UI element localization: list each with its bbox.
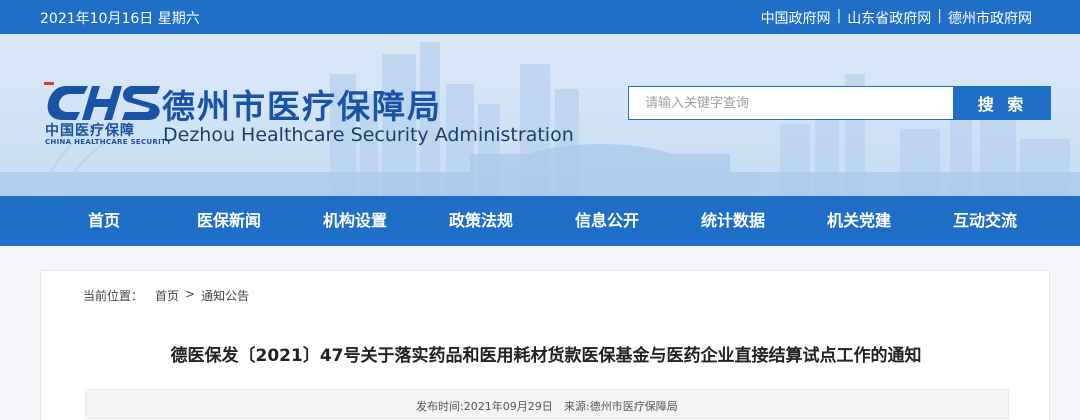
top-bar: 2021年10月16日 星期六 中国政府网 | 山东省政府网 | 德州市政府网 — [0, 0, 1080, 34]
publish-date: 发布时间:2021年09月29日 — [416, 400, 553, 413]
article-title: 德医保发〔2021〕47号关于落实药品和医用耗材货款医保基金与医药企业直接结算试… — [170, 346, 922, 366]
logo-english-text: CHINA HEALTHCARE SECURITY — [45, 138, 172, 146]
nav-item-statistics[interactable]: 统计数据 — [670, 196, 796, 246]
nav-item-home[interactable]: 首页 — [42, 196, 166, 246]
nav-item-interaction[interactable]: 互动交流 — [922, 196, 1048, 246]
nav-item-disclosure[interactable]: 信息公开 — [544, 196, 670, 246]
link-separator: | — [937, 8, 942, 24]
link-shandong-gov[interactable]: 山东省政府网 — [847, 8, 931, 28]
link-dezhou-gov[interactable]: 德州市政府网 — [948, 8, 1032, 28]
header-banner: 中国医疗保障 CHINA HEALTHCARE SECURITY 德州市医疗保障… — [0, 34, 1080, 196]
search-box: 搜 索 — [628, 86, 1051, 120]
nav-item-organization[interactable]: 机构设置 — [292, 196, 418, 246]
search-input[interactable] — [628, 86, 954, 120]
breadcrumb: 当前位置： 首页 > 通知公告 — [83, 287, 249, 304]
article-source: 来源:德州市医疗保障局 — [564, 400, 678, 413]
chs-logo-icon — [44, 82, 160, 120]
logo-chinese-text: 中国医疗保障 — [45, 123, 135, 139]
link-separator: | — [836, 8, 842, 24]
breadcrumb-current[interactable]: 通知公告 — [201, 287, 249, 304]
breadcrumb-home[interactable]: 首页 — [155, 287, 179, 304]
nav-item-policy[interactable]: 政策法规 — [418, 196, 544, 246]
link-china-gov[interactable]: 中国政府网 — [761, 8, 831, 28]
article-card: 当前位置： 首页 > 通知公告 德医保发〔2021〕47号关于落实药品和医用耗材… — [40, 270, 1050, 420]
current-date: 2021年10月16日 星期六 — [40, 11, 200, 27]
main-nav: 首页 医保新闻 机构设置 政策法规 信息公开 统计数据 机关党建 互动交流 — [0, 196, 1080, 246]
gov-links: 中国政府网 | 山东省政府网 | 德州市政府网 — [761, 8, 1032, 28]
site-title-english: Dezhou Healthcare Security Administratio… — [163, 124, 574, 146]
nav-item-news[interactable]: 医保新闻 — [166, 196, 292, 246]
article-meta: 发布时间:2021年09月29日 来源:德州市医疗保障局 — [85, 389, 1009, 419]
search-button[interactable]: 搜 索 — [954, 86, 1051, 120]
breadcrumb-prefix: 当前位置： — [83, 289, 144, 303]
breadcrumb-separator: > — [185, 287, 196, 301]
site-title: 德州市医疗保障局 — [162, 87, 442, 126]
nav-item-party[interactable]: 机关党建 — [796, 196, 922, 246]
